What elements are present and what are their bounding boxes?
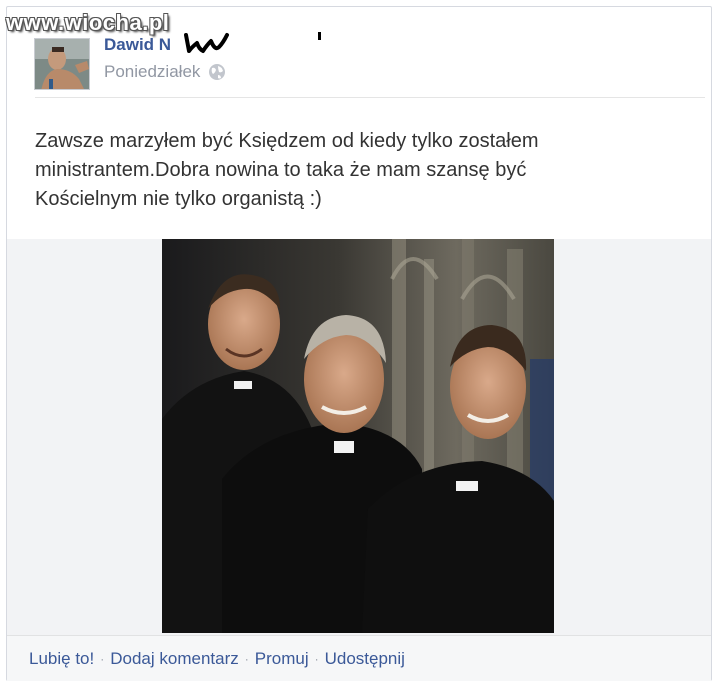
avatar-image [35, 39, 89, 89]
action-separator: · [100, 651, 105, 666]
like-link[interactable]: Lubię to! [29, 649, 94, 669]
post-date-link[interactable]: Poniedziałek [104, 62, 200, 82]
avatar[interactable] [34, 38, 90, 90]
post-text: Zawsze marzyłem być Księdzem od kiedy ty… [35, 127, 675, 214]
action-bar: Lubię to! · Dodaj komentarz · Promuj · U… [7, 635, 711, 681]
photo-area [7, 239, 711, 635]
post-text-line: Zawsze marzyłem być Księdzem od kiedy ty… [35, 130, 539, 152]
share-link[interactable]: Udostępnij [325, 649, 405, 669]
watermark-text: www.wiocha.pl [6, 10, 170, 35]
divider [35, 97, 705, 98]
ink-mark [318, 32, 321, 40]
promote-link[interactable]: Promuj [255, 649, 309, 669]
post-text-line: Kościelnym nie tylko organistą :) [35, 188, 322, 210]
action-separator: · [314, 651, 319, 666]
author-name-link[interactable]: Dawid N [104, 35, 171, 55]
post-card: Dawid N Poniedziałek Zawsze marzyłem być… [6, 6, 712, 681]
comment-link[interactable]: Dodaj komentarz [110, 649, 239, 669]
scribble-mark [184, 33, 229, 53]
action-separator: · [244, 651, 249, 666]
post-meta: Poniedziałek [104, 62, 226, 82]
globe-icon[interactable] [208, 63, 226, 81]
post-photo[interactable] [162, 239, 554, 633]
post-text-line: ministrantem.Dobra nowina to taka że mam… [35, 159, 527, 181]
